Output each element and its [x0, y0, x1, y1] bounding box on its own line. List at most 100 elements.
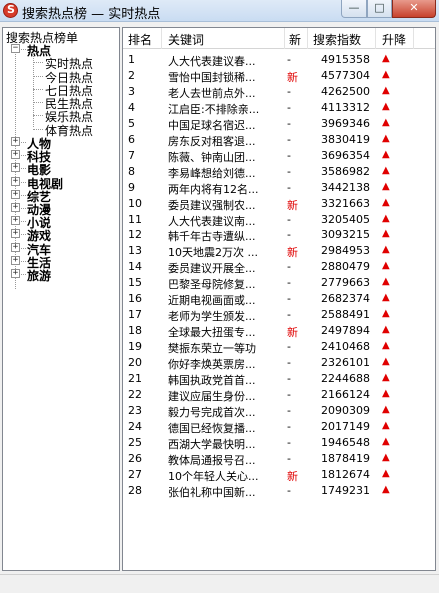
- table-row[interactable]: 8 李易峰想给刘德... - 3586982 ▲: [123, 164, 435, 180]
- new-marker-cell: 新: [287, 469, 298, 483]
- close-button[interactable]: ✕: [392, 0, 436, 18]
- trend-up-icon: ▲: [382, 212, 390, 224]
- new-marker-cell: -: [287, 132, 291, 146]
- search-index-cell: 1812674: [321, 467, 370, 481]
- rank-cell: 4: [128, 100, 135, 114]
- table-row[interactable]: 24 德国已经恢复播... - 2017149 ▲: [123, 419, 435, 435]
- tree-guide-line: [21, 181, 26, 183]
- table-row[interactable]: 26 教体局通报号召... - 1878419 ▲: [123, 451, 435, 467]
- table-row[interactable]: 13 10天地震2万次 ... 新 2984953 ▲: [123, 243, 435, 259]
- title-bar[interactable]: 搜索热点榜 — 实时热点 — □ ✕: [0, 0, 439, 22]
- rank-cell: 8: [128, 164, 135, 178]
- table-row[interactable]: 1 人大代表建议春... - 4915358 ▲: [123, 52, 435, 68]
- keyword-cell: 你好李焕英票房...: [168, 358, 256, 372]
- table-row[interactable]: 23 毅力号完成首次... - 2090309 ▲: [123, 403, 435, 419]
- table-row[interactable]: 21 韩国执政党首首... - 2244688 ▲: [123, 371, 435, 387]
- column-header-new[interactable]: 新: [289, 31, 301, 48]
- tree-expander-icon[interactable]: +: [11, 216, 20, 226]
- table-row[interactable]: 7 陈薇、钟南山团... - 3696354 ▲: [123, 148, 435, 164]
- trend-up-icon: ▲: [382, 244, 390, 256]
- trend-up-icon: ▲: [382, 435, 390, 447]
- table-row[interactable]: 17 老师为学生颁发... - 2588491 ▲: [123, 307, 435, 323]
- table-row[interactable]: 10 委员建议强制农... 新 3321663 ▲: [123, 196, 435, 212]
- column-header-index[interactable]: 搜索指数: [313, 31, 361, 48]
- category-tree[interactable]: 搜索热点榜单 − 热点 实时热点 今日热点 七日热点 民生热点 娱乐热点 体育热点 + 人物 + 科技…: [2, 27, 120, 571]
- column-divider[interactable]: [413, 28, 414, 49]
- tree-category-11[interactable]: 旅游: [27, 267, 51, 284]
- column-divider[interactable]: [307, 28, 308, 49]
- trend-up-icon: ▲: [382, 196, 390, 208]
- table-row[interactable]: 16 近期电视画面或... - 2682374 ▲: [123, 291, 435, 307]
- rank-cell: 1: [128, 53, 135, 66]
- keyword-cell: 委员建议强制农...: [168, 198, 256, 212]
- tree-expander-icon[interactable]: +: [11, 163, 20, 173]
- table-row[interactable]: 19 樊振东荣立一等功 - 2410468 ▲: [123, 339, 435, 356]
- maximize-button[interactable]: □: [367, 0, 392, 18]
- tree-expander-icon[interactable]: +: [11, 189, 20, 199]
- new-marker-cell: -: [287, 84, 291, 98]
- keyword-cell: 委员建议开展全...: [168, 262, 256, 276]
- tree-expander-icon[interactable]: +: [11, 176, 20, 186]
- trend-up-icon: ▲: [382, 116, 390, 128]
- new-marker-cell: -: [287, 451, 291, 465]
- trend-up-icon: ▲: [382, 100, 390, 112]
- table-row[interactable]: 14 委员建议开展全... - 2880479 ▲: [123, 259, 435, 276]
- tree-expander-icon[interactable]: +: [11, 150, 20, 160]
- new-marker-cell: -: [287, 308, 291, 322]
- table-row[interactable]: 4 江启臣:不排除亲... - 4113312 ▲: [123, 100, 435, 116]
- tree-expander-icon[interactable]: +: [11, 269, 20, 278]
- table-row[interactable]: 9 两年内将有12名... - 3442138 ▲: [123, 180, 435, 196]
- status-bar: [0, 574, 439, 593]
- trend-up-icon: ▲: [382, 451, 390, 463]
- table-row[interactable]: 6 房东反对租客退... - 3830419 ▲: [123, 132, 435, 148]
- tree-guide-line: [21, 274, 26, 275]
- new-marker-cell: -: [287, 148, 291, 162]
- table-row[interactable]: 20 你好李焕英票房... - 2326101 ▲: [123, 355, 435, 372]
- keyword-cell: 老人去世前点外...: [168, 86, 256, 100]
- tree-expander-icon[interactable]: +: [11, 255, 20, 265]
- table-row[interactable]: 22 建议应届生身份... - 2166124 ▲: [123, 387, 435, 403]
- tree-guide-line: [21, 49, 26, 50]
- keyword-cell: 李易峰想给刘德...: [168, 166, 256, 180]
- column-divider[interactable]: [161, 28, 162, 49]
- column-header-rank[interactable]: 排名: [128, 31, 152, 48]
- table-row[interactable]: 27 10个年轻人关心... 新 1812674 ▲: [123, 467, 435, 483]
- new-marker-cell: 新: [287, 326, 298, 340]
- table-row[interactable]: 11 人大代表建议南... - 3205405 ▲: [123, 212, 435, 228]
- table-row[interactable]: 28 张伯礼称中国新... - 1749231 ▲: [123, 483, 435, 499]
- tree-expander-icon[interactable]: −: [11, 44, 20, 53]
- table-row[interactable]: 18 全球最大扭蛋专... 新 2497894 ▲: [123, 323, 435, 340]
- table-row[interactable]: 3 老人去世前点外... - 4262500 ▲: [123, 84, 435, 100]
- table-row[interactable]: 15 巴黎圣母院修复... - 2779663 ▲: [123, 275, 435, 291]
- keyword-cell: 樊振东荣立一等功: [168, 342, 256, 356]
- rank-cell: 9: [128, 180, 135, 194]
- table-header: 排名 关键词 新 搜索指数 升降: [123, 28, 435, 49]
- table-row[interactable]: 5 中国足球名宿迟... - 3969346 ▲: [123, 116, 435, 132]
- new-marker-cell: -: [287, 260, 291, 274]
- search-index-cell: 1878419: [321, 451, 370, 465]
- hot-search-table[interactable]: 排名 关键词 新 搜索指数 升降 1 人大代表建议春... -4915358 ▲ 2 雪怡…: [122, 27, 436, 571]
- column-divider[interactable]: [375, 28, 376, 49]
- tree-expander-icon[interactable]: +: [11, 137, 20, 146]
- rank-cell: 26: [128, 451, 142, 465]
- table-row[interactable]: 25 西湖大学最快明... - 1946548 ▲: [123, 435, 435, 451]
- search-index-cell: 2588491: [321, 308, 370, 322]
- tree-expander-icon[interactable]: +: [11, 203, 20, 212]
- table-row[interactable]: 12 韩千年古寺遭纵... - 3093215 ▲: [123, 227, 435, 243]
- column-divider[interactable]: [284, 28, 285, 49]
- tree-expander-icon[interactable]: +: [11, 242, 20, 252]
- search-index-cell: 1749231: [321, 483, 370, 497]
- keyword-cell: 西湖大学最快明...: [168, 437, 256, 451]
- new-marker-cell: -: [287, 372, 291, 385]
- search-index-cell: 2880479: [321, 260, 370, 274]
- table-row[interactable]: 2 雪怡中国封锁稀... 新 4577304 ▲: [123, 68, 435, 84]
- column-header-keyword[interactable]: 关键词: [168, 31, 204, 48]
- new-marker-cell: -: [287, 276, 291, 290]
- rank-cell: 15: [128, 276, 142, 290]
- minimize-button[interactable]: —: [341, 0, 367, 18]
- trend-up-icon: ▲: [382, 356, 390, 368]
- column-header-trend[interactable]: 升降: [382, 31, 406, 48]
- new-marker-cell: -: [287, 387, 291, 401]
- tree-item-0-5[interactable]: 体育热点: [45, 122, 93, 139]
- tree-expander-icon[interactable]: +: [11, 229, 20, 239]
